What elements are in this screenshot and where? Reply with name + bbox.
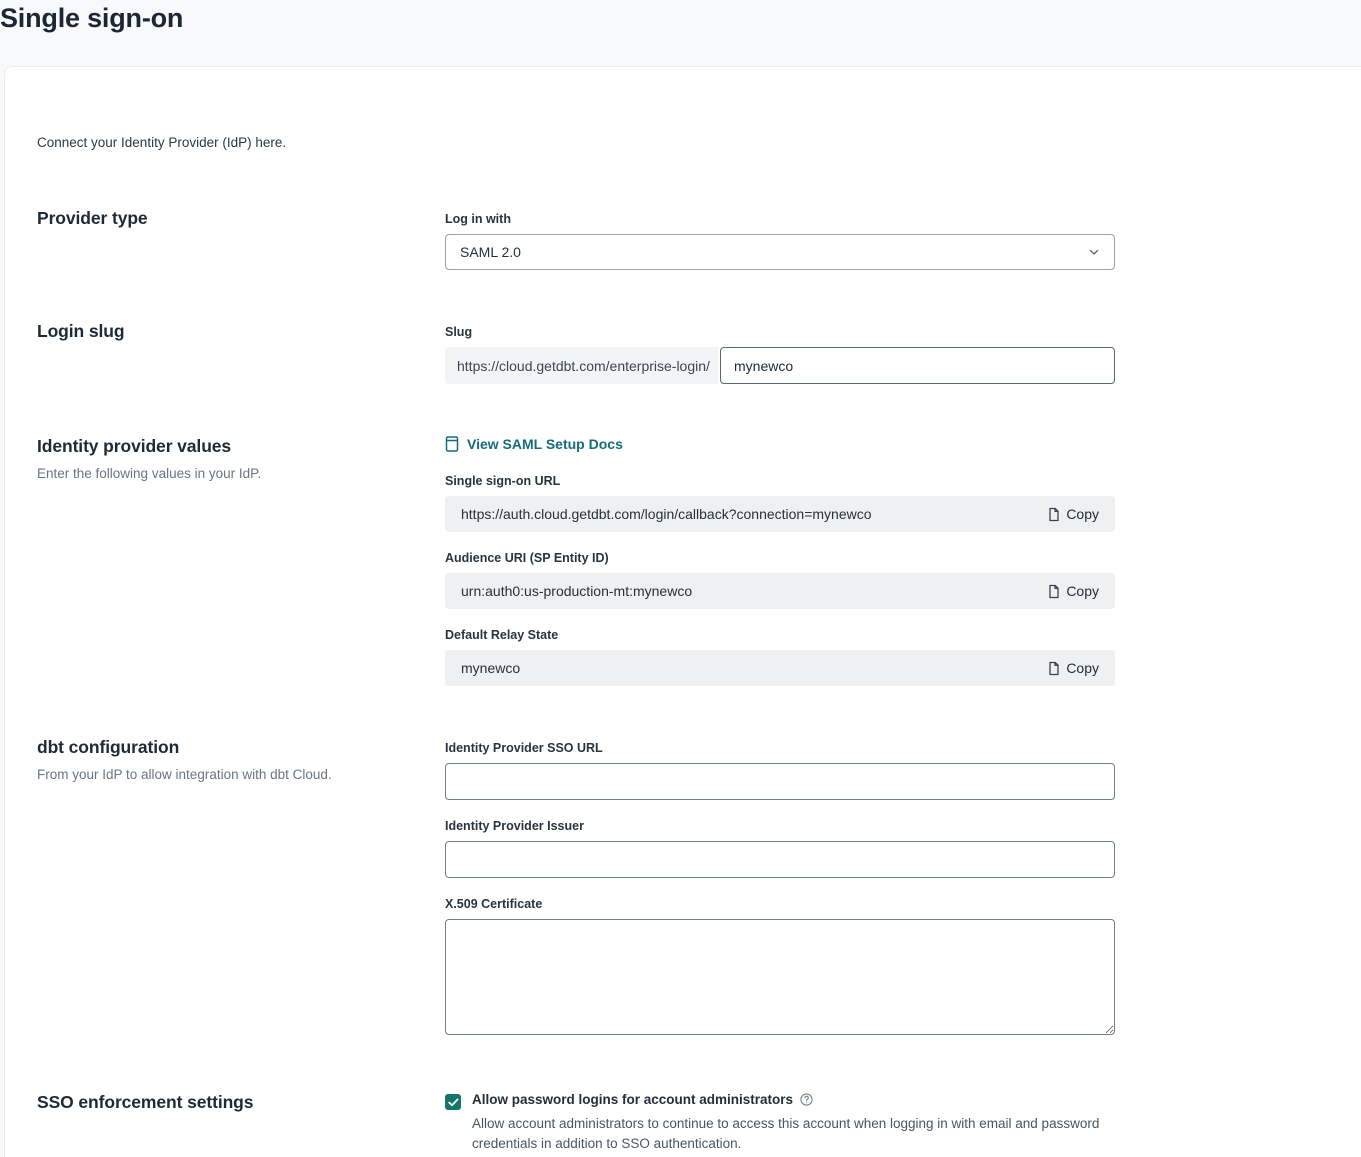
help-circle-icon[interactable] [800,1093,813,1106]
sso-enforcement-heading: SSO enforcement settings [37,1092,421,1113]
idp-values-subheading: Enter the following values in your IdP. [37,466,421,481]
sso-enforcement-section: SSO enforcement settings Allow password … [37,1092,1361,1155]
idp-sso-url-input[interactable] [445,763,1115,800]
dbt-configuration-section: dbt configuration From your IdP to allow… [37,737,1361,1040]
x509-certificate-textarea[interactable] [445,919,1115,1035]
sso-url-label: Single sign-on URL [445,474,1115,488]
page-header: Single sign-on [0,0,1361,66]
provider-type-heading: Provider type [37,208,421,229]
settings-panel: Connect your Identity Provider (IdP) her… [4,66,1361,1157]
checkmark-icon [448,1098,459,1107]
sso-url-value: https://auth.cloud.getdbt.com/login/call… [461,506,872,522]
saml-docs-link[interactable]: View SAML Setup Docs [445,436,623,452]
copy-icon [1046,661,1059,676]
audience-uri-copy-field: urn:auth0:us-production-mt:mynewco Copy [445,573,1115,609]
idp-values-section: Identity provider values Enter the follo… [37,436,1361,686]
login-slug-section: Login slug Slug https://cloud.getdbt.com… [37,321,1361,384]
relay-state-label: Default Relay State [445,628,1115,642]
idp-issuer-label: Identity Provider Issuer [445,819,1115,833]
audience-uri-label: Audience URI (SP Entity ID) [445,551,1115,565]
copy-button-label: Copy [1066,660,1099,676]
slug-input[interactable] [720,347,1115,384]
copy-button-label: Copy [1066,583,1099,599]
relay-state-copy-field: mynewco Copy [445,650,1115,686]
audience-uri-value: urn:auth0:us-production-mt:mynewco [461,583,692,599]
sso-url-copy-field: https://auth.cloud.getdbt.com/login/call… [445,496,1115,532]
copy-icon [1046,584,1059,599]
provider-select-value: SAML 2.0 [460,244,521,260]
login-with-label: Log in with [445,208,1115,226]
saml-docs-link-label: View SAML Setup Docs [467,436,623,452]
copy-icon [1046,507,1059,522]
sso-url-copy-button[interactable]: Copy [1046,506,1099,522]
allow-password-logins-label: Allow password logins for account admini… [472,1092,793,1107]
slug-label: Slug [445,321,1115,339]
login-slug-heading: Login slug [37,321,421,342]
idp-values-heading: Identity provider values [37,436,421,457]
provider-select[interactable]: SAML 2.0 [445,234,1115,270]
relay-state-copy-button[interactable]: Copy [1046,660,1099,676]
relay-state-value: mynewco [461,660,520,676]
chevron-down-icon [1088,246,1100,258]
copy-button-label: Copy [1066,506,1099,522]
dbt-configuration-subheading: From your IdP to allow integration with … [37,767,421,782]
slug-url-prefix: https://cloud.getdbt.com/enterprise-logi… [445,347,718,384]
allow-password-logins-checkbox[interactable] [445,1094,461,1110]
x509-certificate-label: X.509 Certificate [445,897,1115,911]
notebook-icon [445,436,459,452]
audience-uri-copy-button[interactable]: Copy [1046,583,1099,599]
idp-issuer-input[interactable] [445,841,1115,878]
dbt-configuration-heading: dbt configuration [37,737,421,758]
page-title: Single sign-on [0,3,1361,34]
allow-password-logins-description: Allow account administrators to continue… [472,1114,1102,1155]
provider-type-section: Provider type Log in with SAML 2.0 [37,208,1361,270]
idp-sso-url-label: Identity Provider SSO URL [445,737,1115,755]
intro-text: Connect your Identity Provider (IdP) her… [37,135,1361,150]
